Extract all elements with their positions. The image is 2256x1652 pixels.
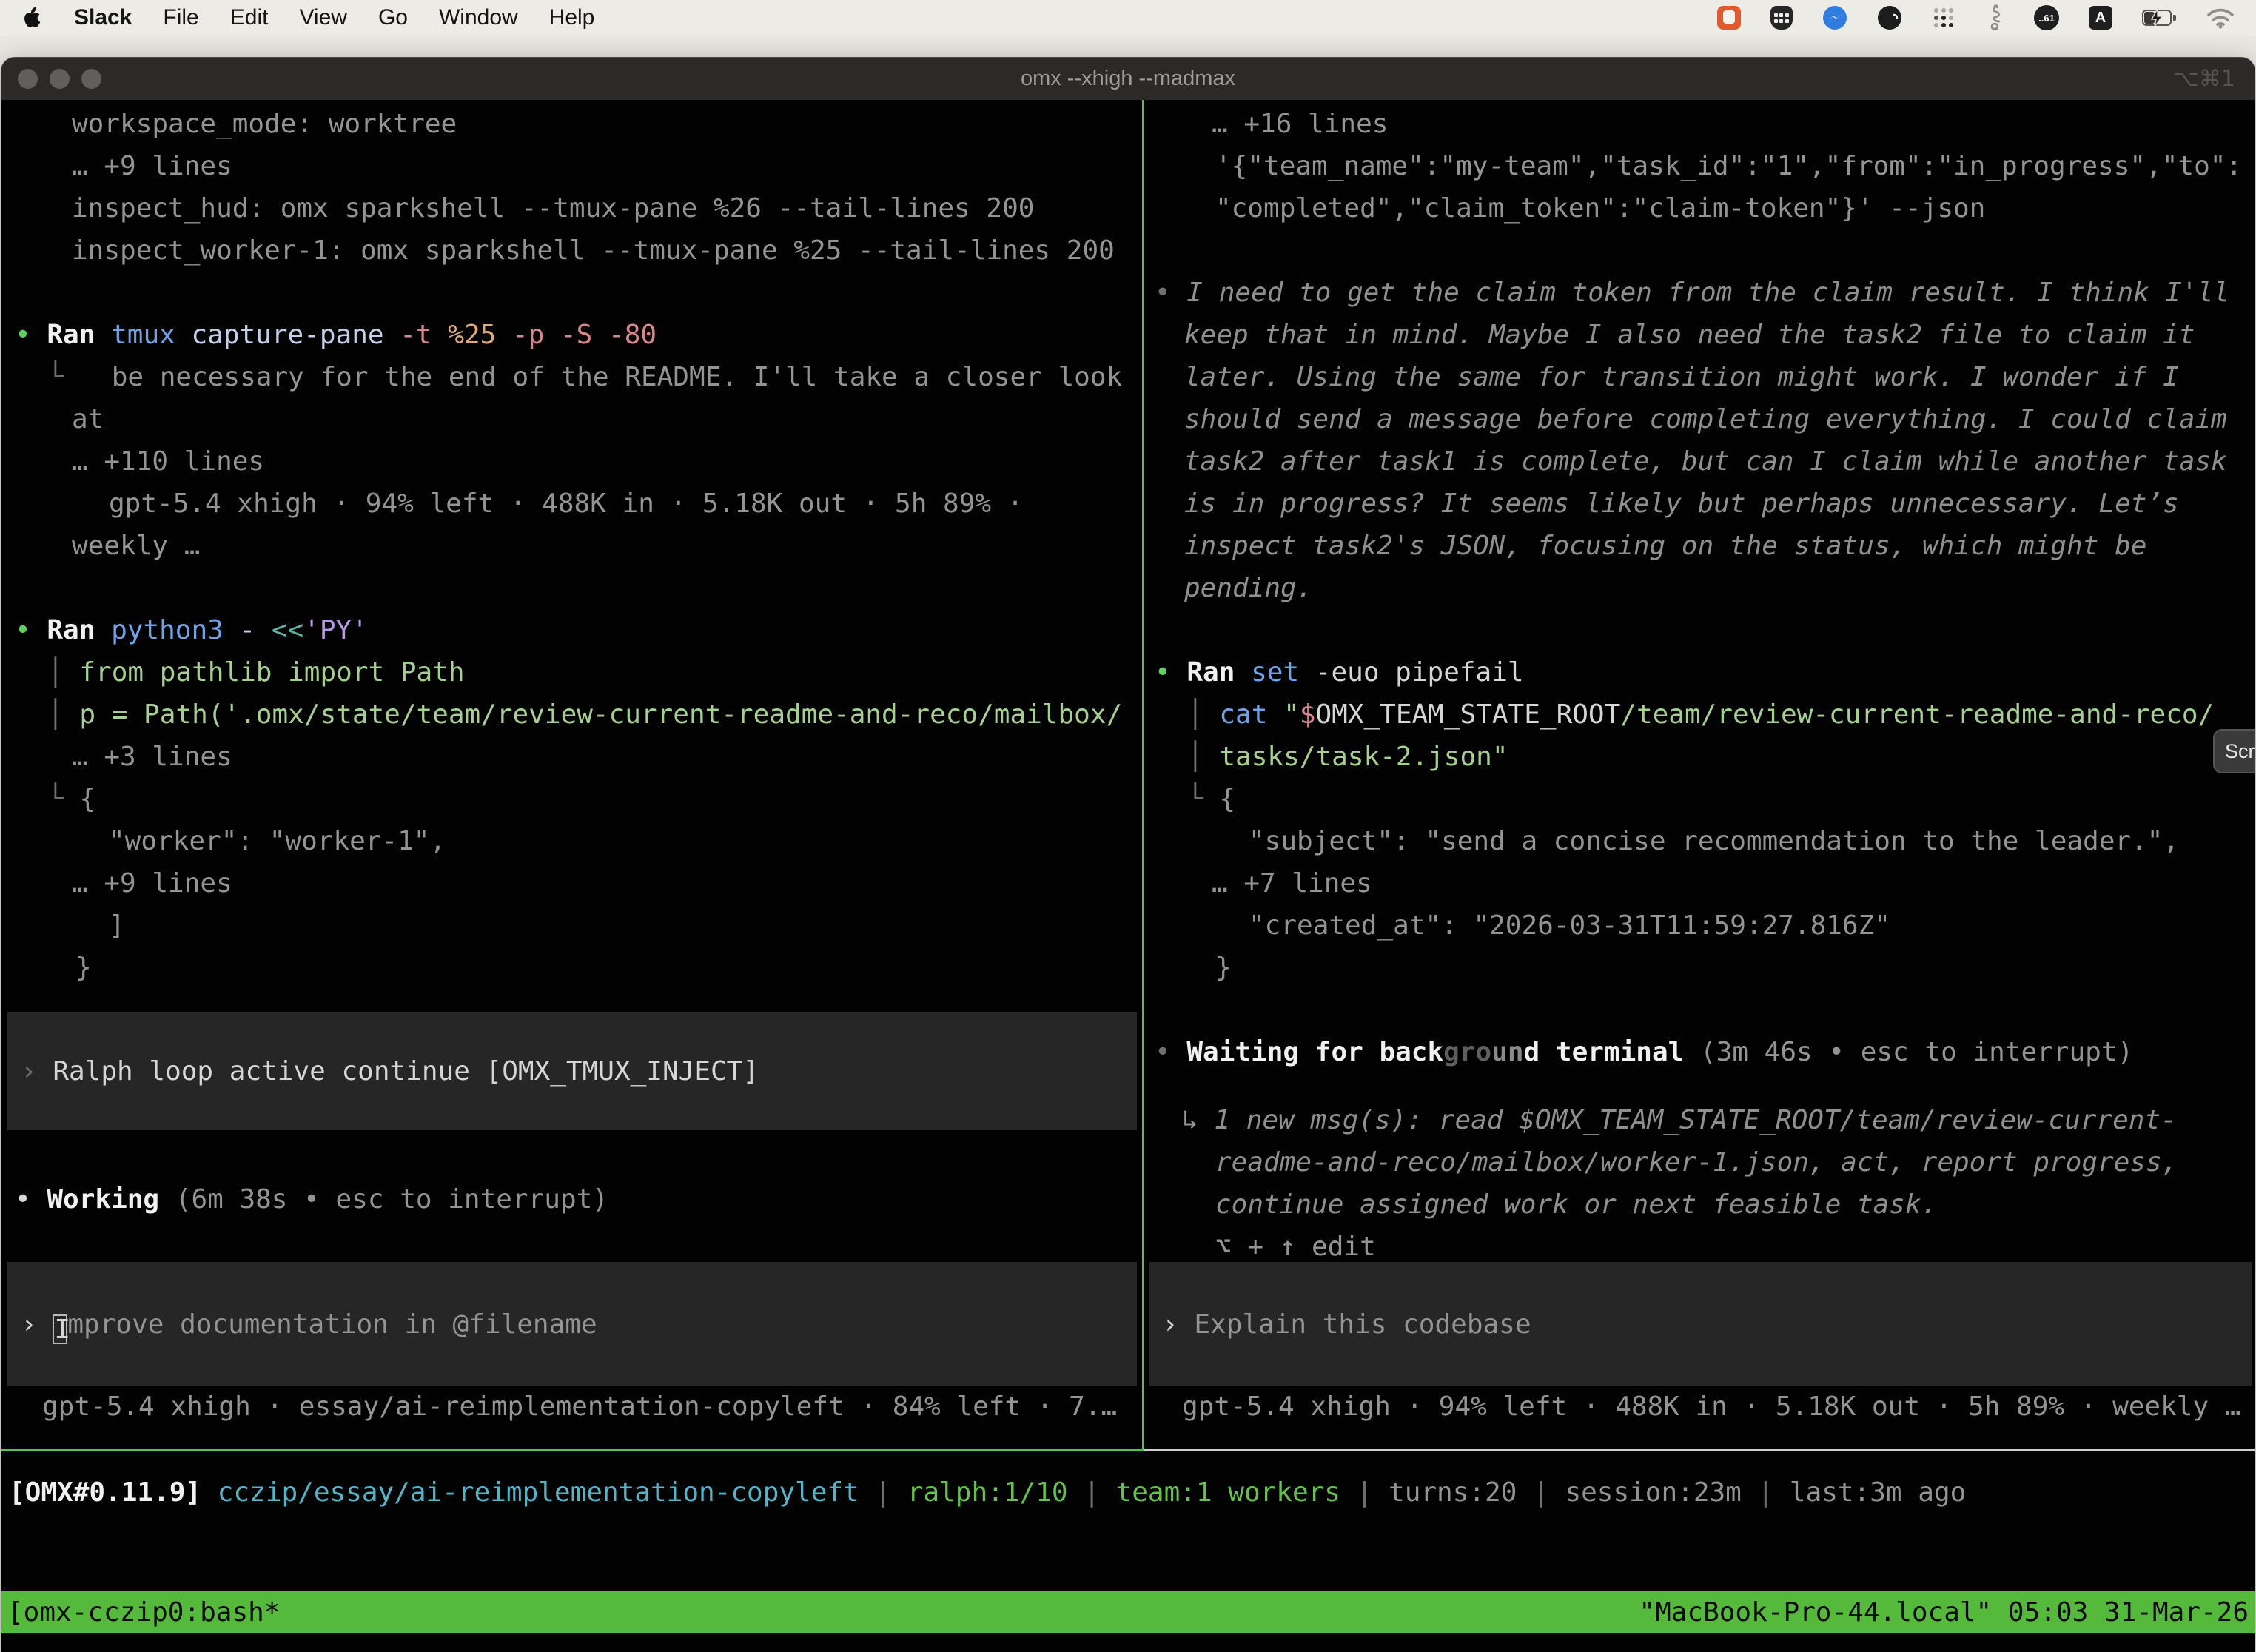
- left-prompt-input[interactable]: › Improve documentation in @filename: [7, 1262, 1137, 1386]
- moon-icon[interactable]: [1877, 5, 1902, 30]
- terminal-line: • Ran tmux capture-pane -t %25 -p -S -80: [1, 314, 1141, 356]
- terminal-line: "completed","claim_token":"claim-token"}…: [1141, 187, 2255, 229]
- working-status-line: • Working (6m 38s • esc to interrupt): [1, 1178, 1155, 1220]
- terminal-line: • Waiting for background terminal (3m 46…: [1141, 1031, 2255, 1073]
- terminal-line: task2 after task1 is complete, but can I…: [1141, 440, 2255, 483]
- apple-menu-icon[interactable]: [21, 5, 43, 30]
- terminal-line: • Ran python3 - <<'PY': [1, 609, 1141, 651]
- terminal-line: └ be necessary for the end of the README…: [1, 356, 1141, 398]
- terminal-body: workspace_mode: worktree… +9 linesinspec…: [1, 100, 2255, 1652]
- window-titlebar[interactable]: omx --xhigh --madmax ⌥⌘1: [1, 58, 2255, 100]
- tmux-session-label: [omx-cczip0:bash*: [7, 1591, 280, 1633]
- screen-record-icon[interactable]: [1717, 6, 1741, 30]
- terminal-window: omx --xhigh --madmax ⌥⌘1 workspace_mode:…: [1, 58, 2255, 1652]
- ralph-loop-line: › Ralph loop active continue [OMX_TMUX_I…: [7, 1050, 1150, 1092]
- menu-status-icons: ..61 A: [1717, 4, 2235, 31]
- terminal-line: [1141, 989, 2255, 1031]
- terminal-line: … +16 lines: [1141, 103, 2255, 145]
- terminal-line: … +9 lines: [1, 145, 1141, 187]
- menu-item-go[interactable]: Go: [378, 5, 408, 30]
- grid-icon[interactable]: [1932, 6, 1955, 30]
- terminal-line: [1141, 609, 2255, 651]
- menu-item-help[interactable]: Help: [549, 5, 595, 30]
- left-pane-border: [1, 1449, 1142, 1451]
- terminal-line: … +9 lines: [1, 862, 1141, 904]
- screen-tooltip: Scre: [2213, 729, 2255, 773]
- terminal-line: "subject": "send a concise recommendatio…: [1141, 820, 2255, 862]
- right-prompt-input[interactable]: › Explain this codebase: [1149, 1262, 2252, 1386]
- menu-item-slack[interactable]: Slack: [74, 5, 132, 30]
- terminal-line: workspace_mode: worktree: [1, 103, 1141, 145]
- desktop: { "menu_bar": { "items": ["Slack", "File…: [0, 0, 2256, 1652]
- terminal-line: │ from pathlib import Path: [1, 651, 1141, 694]
- screen-tooltip-label: Scre: [2225, 740, 2255, 763]
- messenger-icon[interactable]: [1822, 5, 1847, 30]
- terminal-line: [1141, 229, 2255, 272]
- usage-badge-label: ..61: [2038, 13, 2055, 24]
- window-shortcut-badge: ⌥⌘1: [2173, 58, 2235, 100]
- omx-hud-status-line: [OMX#0.11.9] cczip/essay/ai-reimplementa…: [1, 1471, 2255, 1514]
- left-pane-output: workspace_mode: worktree… +9 linesinspec…: [1, 103, 1141, 989]
- terminal-line: └ {: [1, 778, 1141, 820]
- terminal-line: │ cat "$OMX_TEAM_STATE_ROOT/team/review-…: [1141, 694, 2255, 736]
- left-model-status-line: gpt-5.4 xhigh · essay/ai-reimplementatio…: [1, 1386, 1182, 1428]
- terminal-line: pending.: [1141, 567, 2255, 609]
- right-pane-mailbox-note: ↳ 1 new msg(s): read $OMX_TEAM_STATE_ROO…: [1141, 1099, 2255, 1268]
- terminal-line: [1, 567, 1141, 609]
- terminal-line: should send a message before completing …: [1141, 398, 2255, 440]
- terminal-line: "worker": "worker-1",: [1, 820, 1141, 862]
- usage-icon[interactable]: ..61: [2034, 5, 2059, 30]
- menu-item-view[interactable]: View: [299, 5, 346, 30]
- menu-item-window[interactable]: Window: [439, 5, 518, 30]
- terminal-line: inspect_worker-1: omx sparkshell --tmux-…: [1, 229, 1141, 272]
- window-title: omx --xhigh --madmax: [1, 58, 2255, 100]
- tmux-status-bar: [omx-cczip0:bash* "MacBook-Pro-44.local"…: [1, 1591, 2255, 1633]
- input-source-label: A: [2095, 10, 2106, 27]
- left-prompt-placeholder: › Improve documentation in @filename: [7, 1303, 1150, 1346]
- terminal-line: • Ran set -euo pipefail: [1141, 651, 2255, 694]
- terminal-line: }: [1141, 947, 2255, 989]
- terminal-line: └ {: [1141, 778, 2255, 820]
- right-pane-border: [1144, 1449, 2255, 1451]
- terminal-line: }: [1, 947, 1141, 989]
- terminal-line: continue assigned work or next feasible …: [1141, 1183, 2255, 1226]
- terminal-line: ↳ 1 new msg(s): read $OMX_TEAM_STATE_ROO…: [1141, 1099, 2255, 1141]
- terminal-line: ]: [1, 904, 1141, 947]
- battery-icon[interactable]: [2142, 10, 2176, 26]
- terminal-line: … +7 lines: [1141, 862, 2255, 904]
- terminal-line: gpt-5.4 xhigh · 94% left · 488K in · 5.1…: [1, 483, 1141, 525]
- terminal-line: … +3 lines: [1, 736, 1141, 778]
- input-source-icon[interactable]: A: [2089, 6, 2112, 30]
- terminal-line: weekly …: [1, 525, 1141, 567]
- macos-menu-bar: Slack File Edit View Go Window Help: [0, 0, 2256, 36]
- right-prompt-placeholder: › Explain this codebase: [1149, 1303, 2255, 1346]
- terminal-line: "created_at": "2026-03-31T11:59:27.816Z": [1141, 904, 2255, 947]
- right-model-status-line: gpt-5.4 xhigh · 94% left · 488K in · 5.1…: [1141, 1386, 2255, 1428]
- terminal-line: │ tasks/task-2.json": [1141, 736, 2255, 778]
- terminal-line: is in progress? It seems likely but perh…: [1141, 483, 2255, 525]
- wifi-icon[interactable]: [2206, 7, 2235, 29]
- terminal-line: keep that in mind. Maybe I also need the…: [1141, 314, 2255, 356]
- terminal-line: at: [1, 398, 1141, 440]
- terminal-line: inspect_hud: omx sparkshell --tmux-pane …: [1, 187, 1141, 229]
- tmux-host-clock-label: "MacBook-Pro-44.local" 05:03 31-Mar-26: [1639, 1591, 2249, 1633]
- terminal-line: [1, 272, 1141, 314]
- passwords-icon[interactable]: [1770, 6, 1793, 30]
- squiggle-icon[interactable]: [1985, 4, 2004, 31]
- terminal-line: │ p = Path('.omx/state/team/review-curre…: [1, 694, 1141, 736]
- menu-item-file[interactable]: File: [163, 5, 198, 30]
- terminal-line: • I need to get the claim token from the…: [1141, 272, 2255, 314]
- terminal-line: … +110 lines: [1, 440, 1141, 483]
- terminal-line: later. Using the same for transition mig…: [1141, 356, 2255, 398]
- ralph-loop-banner: › Ralph loop active continue [OMX_TMUX_I…: [7, 1012, 1137, 1130]
- terminal-line: readme-and-reco/mailbox/worker-1.json, a…: [1141, 1141, 2255, 1183]
- terminal-line: '{"team_name":"my-team","task_id":"1","f…: [1141, 145, 2255, 187]
- right-pane-output: … +16 lines'{"team_name":"my-team","task…: [1141, 103, 2255, 1073]
- terminal-line: inspect task2's JSON, focusing on the st…: [1141, 525, 2255, 567]
- menu-items: Slack File Edit View Go Window Help: [74, 5, 594, 30]
- menu-item-edit[interactable]: Edit: [230, 5, 269, 30]
